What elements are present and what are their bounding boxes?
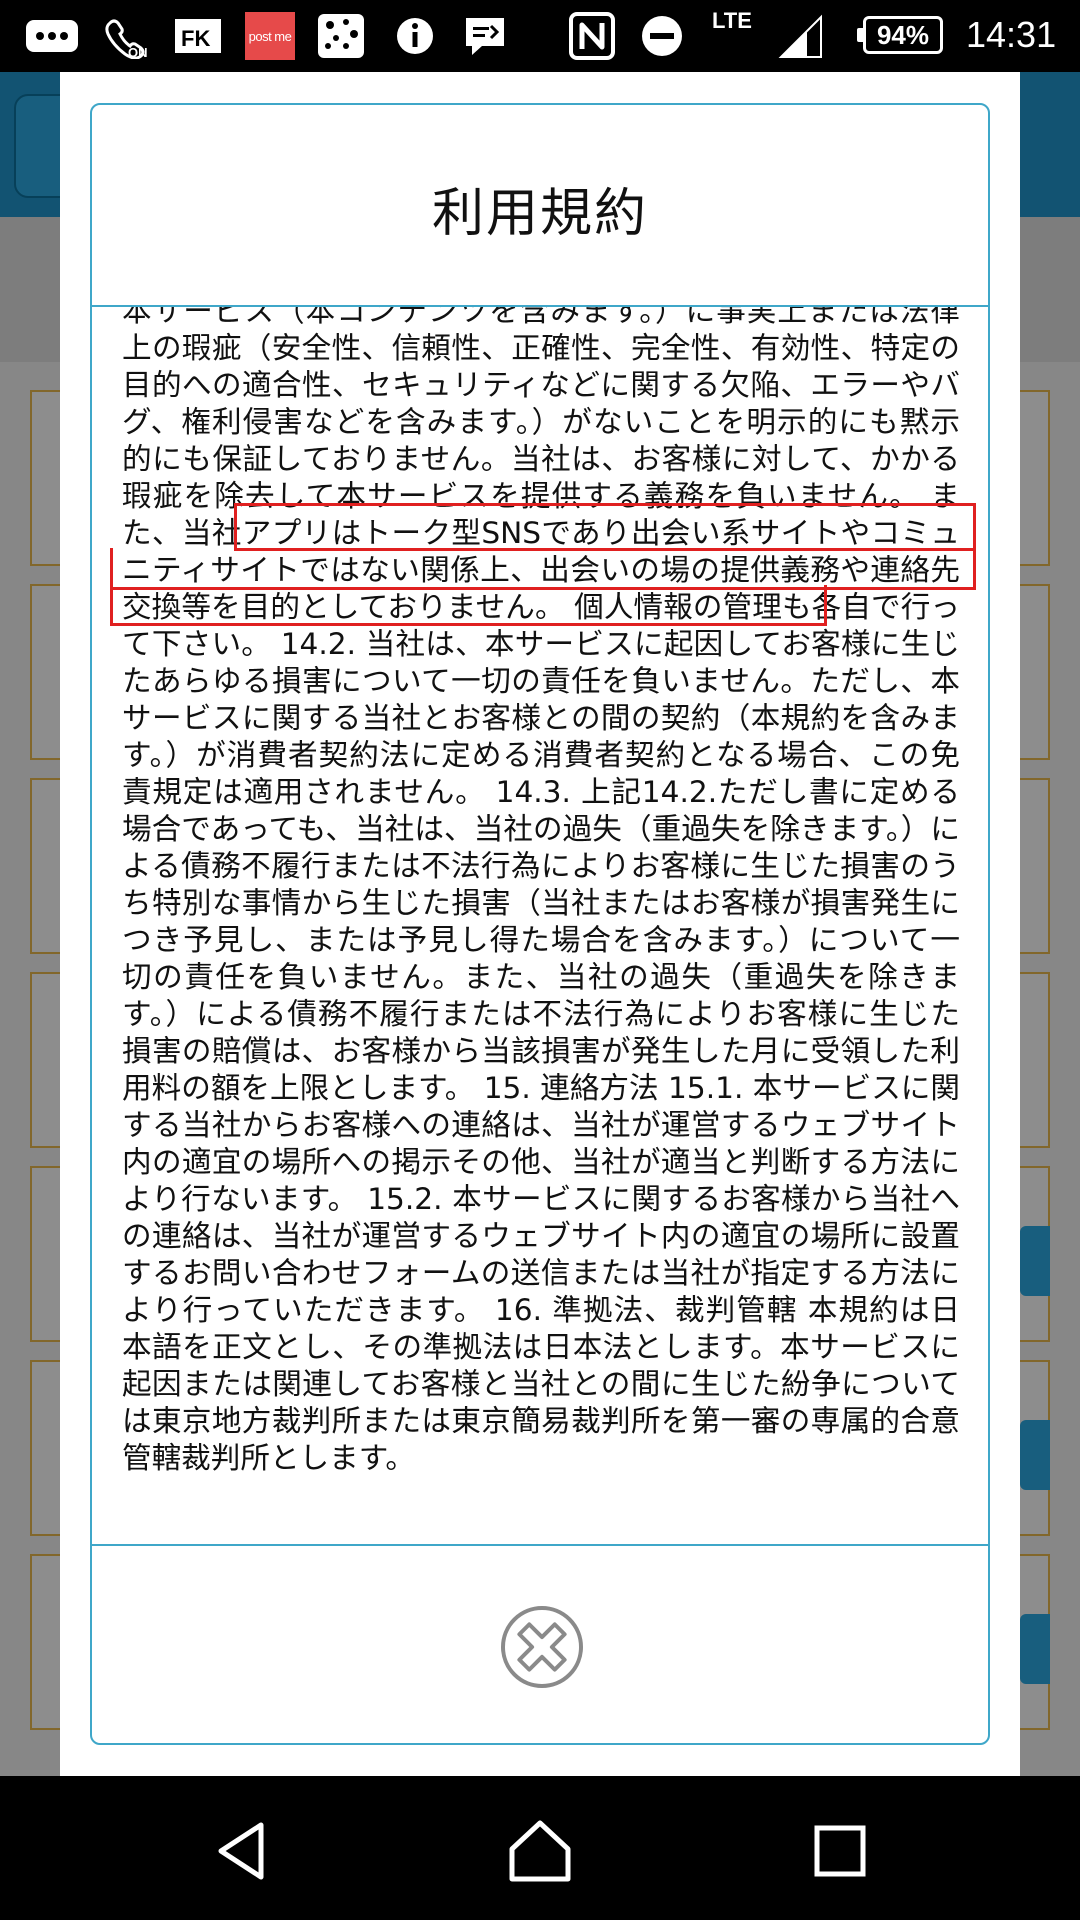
back-triangle-icon (218, 1822, 264, 1880)
dialog-footer (92, 1544, 988, 1743)
status-bar: ON FK post me LTE 94% 14:31 (0, 0, 1080, 72)
signal-icon (776, 12, 824, 60)
info-icon (390, 12, 440, 60)
dialog-header: 利用規約 (92, 105, 988, 307)
close-circle-icon (517, 1622, 567, 1672)
more-dots-icon (22, 12, 82, 60)
recents-button[interactable] (795, 1806, 885, 1896)
terms-scroll-area[interactable]: 本サービス（本コンテンツを含みます。）に事実上または法律上の瑕疵（安全性、信頼性… (92, 307, 988, 1544)
close-button[interactable] (501, 1606, 583, 1688)
postme-icon: post me (245, 12, 295, 60)
nfc-icon (565, 12, 619, 60)
home-button[interactable] (495, 1806, 585, 1896)
dialog-title: 利用規約 (431, 183, 648, 244)
svg-text:FK: FK (181, 26, 210, 51)
terms-body-text: 本サービス（本コンテンツを含みます。）に事実上または法律上の瑕疵（安全性、信頼性… (122, 307, 960, 1475)
network-type-label: LTE (712, 8, 752, 33)
svg-text:ON: ON (128, 45, 148, 59)
back-button[interactable] (196, 1806, 286, 1896)
recents-square-icon (814, 1825, 866, 1877)
fk-app-icon: FK (172, 12, 224, 60)
terms-dialog: 利用規約 本サービス（本コンテンツを含みます。）に事実上または法律上の瑕疵（安全… (90, 103, 990, 1745)
wifi-calling-icon: ON (100, 12, 156, 60)
do-not-disturb-icon (638, 12, 686, 60)
home-icon (509, 1820, 571, 1882)
navigation-bar (0, 1776, 1080, 1920)
message-icon (460, 12, 510, 60)
battery-indicator: 94% (857, 16, 943, 54)
status-time: 14:31 (966, 14, 1057, 55)
connect-icon (315, 12, 367, 60)
